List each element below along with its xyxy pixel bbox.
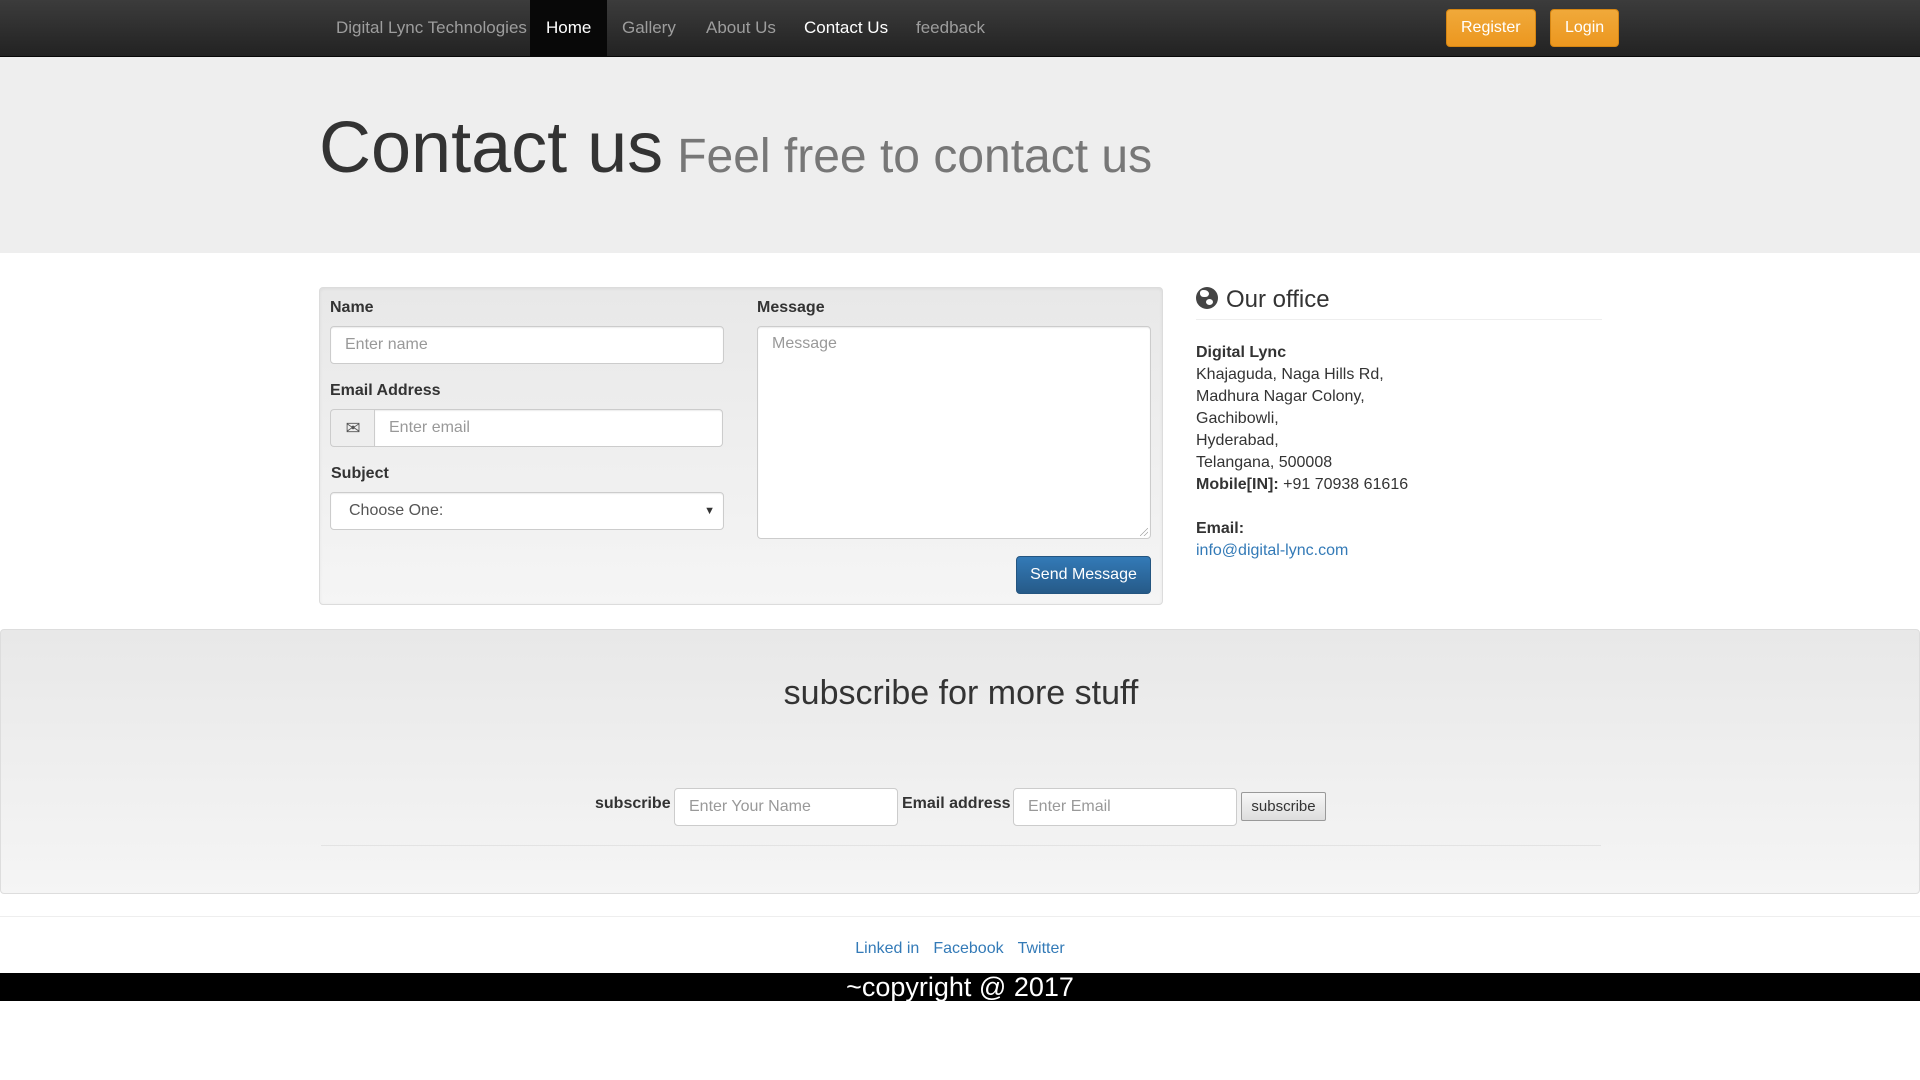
divider xyxy=(321,845,1601,846)
subject-select-value: Choose One: xyxy=(349,502,444,519)
message-label: Message xyxy=(757,299,825,316)
company-name: Digital Lync xyxy=(1196,344,1287,361)
address-line: Gachibowli, xyxy=(1196,410,1279,427)
address-line: Madhura Nagar Colony, xyxy=(1196,388,1365,405)
subscribe-section: subscribe for more stuff subscribe Enter… xyxy=(0,629,1920,894)
office-heading-text: Our office xyxy=(1226,286,1330,313)
email-input[interactable]: Enter email xyxy=(374,409,723,447)
mobile-label: Mobile[IN]: xyxy=(1196,476,1279,493)
office-address: Digital Lync Khajaguda, Naga Hills Rd, M… xyxy=(1196,342,1408,562)
name-label: Name xyxy=(330,299,374,316)
navbar-brand[interactable]: Digital Lync Technologies xyxy=(320,0,543,56)
subscribe-button[interactable]: subscribe xyxy=(1241,792,1326,821)
copyright-bar: ~copyright @ 2017 xyxy=(0,973,1920,1001)
footer-link-linkedin[interactable]: Linked in xyxy=(855,940,919,957)
subject-label: Subject xyxy=(331,465,389,482)
message-placeholder: Message xyxy=(772,335,837,352)
office-heading: Our office xyxy=(1196,286,1602,320)
globe-icon xyxy=(1196,287,1218,309)
nav-item-about-us[interactable]: About Us xyxy=(690,0,792,56)
nav-item-contact-us[interactable]: Contact Us xyxy=(788,0,904,56)
subscribe-name-label: subscribe xyxy=(595,795,671,812)
nav-item-home[interactable]: Home xyxy=(530,0,608,56)
address-line: Khajaguda, Naga Hills Rd, xyxy=(1196,366,1384,383)
login-button[interactable]: Login xyxy=(1550,9,1620,47)
subscribe-title: subscribe for more stuff xyxy=(783,674,1139,712)
address-line: Telangana, 500008 xyxy=(1196,454,1333,471)
subscribe-email-label: Email address xyxy=(902,795,1011,812)
footer-link-twitter[interactable]: Twitter xyxy=(1018,940,1065,957)
page-title: Contact us Feel free to contact us xyxy=(319,107,1152,189)
email-label: Email Address xyxy=(330,382,441,399)
page-subtitle: Feel free to contact us xyxy=(677,130,1153,183)
chevron-down-icon: ▼ xyxy=(704,505,715,517)
nav-item-gallery[interactable]: Gallery xyxy=(606,0,692,56)
address-line: Hyderabad, xyxy=(1196,432,1279,449)
subscribe-name-input[interactable]: Enter Your Name xyxy=(674,788,898,826)
navbar: Digital Lync Technologies Home Gallery A… xyxy=(0,0,1920,57)
footer-links: Linked in Facebook Twitter xyxy=(0,940,1920,958)
page-header: Contact us Feel free to contact us xyxy=(0,57,1920,253)
footer-link-facebook[interactable]: Facebook xyxy=(933,940,1003,957)
mobile-value: +91 70938 61616 xyxy=(1283,476,1409,493)
send-message-button[interactable]: Send Message xyxy=(1016,556,1151,594)
subject-select[interactable]: Choose One: ▼ xyxy=(330,492,724,530)
message-textarea[interactable]: Message xyxy=(757,326,1151,539)
resize-handle-icon[interactable] xyxy=(1140,528,1148,536)
register-button[interactable]: Register xyxy=(1446,9,1536,47)
office-email-link[interactable]: info@digital-lync.com xyxy=(1196,542,1348,559)
name-input[interactable]: Enter name xyxy=(330,326,724,364)
email-info-label: Email: xyxy=(1196,520,1245,537)
footer-divider xyxy=(0,916,1920,917)
envelope-icon: ✉ xyxy=(330,409,375,447)
nav-item-feedback[interactable]: feedback xyxy=(900,0,1001,56)
page-title-text: Contact us xyxy=(319,108,664,188)
subscribe-email-input[interactable]: Enter Email xyxy=(1013,788,1237,826)
